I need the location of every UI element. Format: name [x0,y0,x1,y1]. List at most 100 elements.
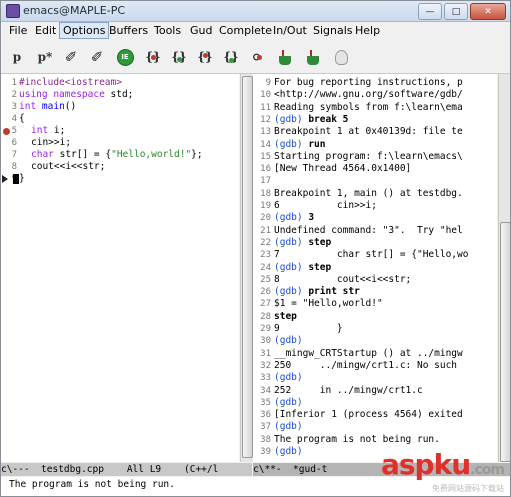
gdb-output-line: Undefined command: "3". Try "hel [274,224,463,236]
menu-help[interactable]: Help [355,24,380,37]
gdb-output-line: Breakpoint 1, main () at testdbg. [274,187,463,199]
line-number: 14 [260,139,271,150]
menu-tools[interactable]: Tools [154,24,181,37]
line-number: 7 [11,150,17,160]
line-number: 30 [260,336,271,347]
gdb-output-line: [New Thread 4564.0x1400] [274,163,412,175]
line-number: 26 [260,287,271,298]
source-pane[interactable]: 1 #include<iostream> 2 using namespace s… [1,74,239,462]
step-over-icon[interactable]: {} [143,47,163,67]
menu-buffers[interactable]: Buffers [109,24,148,37]
gdb-output-line: [Inferior 1 (process 4564) exited [274,409,463,421]
step-into-icon[interactable]: {} [169,47,189,67]
line-number: 25 [260,274,271,285]
code-line: using namespace std; [19,89,134,100]
line-number: 20 [260,213,271,224]
gdb-output-line: __mingw_CRTStartup () at ../mingw [274,347,463,359]
menu-edit[interactable]: Edit [35,24,56,37]
line-number: 11 [260,102,271,113]
gdb-output-line: (gdb) print str [274,286,360,298]
watermark-logo: aspku.com 免费网站源码下载站 [381,448,505,494]
gdb-output-line: $1 = "Hello,world!" [274,298,383,310]
scrollbar-thumb[interactable] [242,76,253,458]
toolbar: p p* ✐ ✐ IE {} {} {} {} ⟳ [1,41,510,74]
line-number: 35 [260,397,271,408]
source-mode-line: c\--- testdbg.cpp All L9 (C++/l [1,463,252,476]
line-number: 37 [260,422,271,433]
gdb-output-line: Reading symbols from f:\learn\ema [274,101,463,113]
line-number: 32 [260,360,271,371]
watch-icon-2[interactable]: ✐ [87,47,107,67]
menu-complete[interactable]: Complete [219,24,272,37]
menu-options[interactable]: Options [59,22,110,39]
line-number: 12 [260,114,271,125]
gdb-output-line: 7 char str[] = {"Hello,wo [274,249,469,261]
line-number: 4 [11,114,17,124]
line-number: 27 [260,299,271,310]
emacs-app-icon [6,4,20,18]
line-number: 33 [260,373,271,384]
go-icon[interactable]: IE [115,47,135,67]
gdb-output-line: (gdb) 3 [274,212,315,224]
minimize-button[interactable]: — [418,3,442,20]
up-stack-icon[interactable] [275,47,295,67]
gdb-scrollbar[interactable] [498,74,510,462]
down-stack-icon[interactable] [303,47,323,67]
gdb-output-line: (gdb) [274,335,303,347]
gdb-output-line: For bug reporting instructions, p [274,77,463,88]
step-icon[interactable]: {} [221,47,241,67]
line-number: 39 [260,447,271,457]
code-line: cin>>i; [31,137,72,148]
line-number: 5 [11,126,17,136]
gdb-output-line: (gdb) [274,372,303,384]
gdb-output-line: 250 ../mingw/crt1.c: No such [274,359,463,371]
maximize-button[interactable]: □ [444,3,468,20]
gdb-output-line: <http://www.gnu.org/software/gdb/ [274,89,463,101]
close-button[interactable]: ✕ [470,3,506,20]
code-line: } [19,173,25,184]
print-star-icon[interactable]: p* [35,47,55,67]
next-icon[interactable]: {} [195,47,215,67]
window-controls: — □ ✕ [418,3,506,20]
help-bulb-icon[interactable] [331,47,351,67]
line-number: 6 [11,138,17,148]
gdb-output-line: Starting program: f:\learn\emacs\ [274,150,463,162]
gdb-output-line: step [274,310,297,322]
line-number: 36 [260,410,271,421]
code-line: { [19,113,25,124]
line-number: 16 [260,164,271,175]
watch-icon[interactable]: ✐ [61,47,81,67]
line-number: 9 [265,78,271,88]
emacs-window: emacs@MAPLE-PC — □ ✕ File Edit Options B… [0,0,511,497]
menu-signals[interactable]: Signals [313,24,353,37]
finish-icon[interactable]: ⟳ [247,47,267,67]
gdb-output-line: 252 in ../mingw/crt1.c [274,384,423,396]
menu-file[interactable]: File [9,24,27,37]
source-scrollbar[interactable] [240,74,253,462]
line-number: 34 [260,385,271,396]
menu-bar: File Edit Options Buffers Tools Gud Comp… [1,22,510,40]
print-icon[interactable]: p [7,47,27,67]
line-number: 15 [260,151,271,162]
gdb-output-line: 8 cout<<i<<str; [274,273,412,285]
gdb-output-line: The program is not being run. [274,433,440,445]
line-number: 10 [260,90,271,101]
line-number: 1 [11,78,17,88]
code-line: cout<<i<<str; [31,161,106,172]
menu-gud[interactable]: Gud [190,24,212,37]
line-number: 29 [260,324,271,334]
line-number: 28 [260,311,271,322]
line-number: 2 [11,90,17,100]
window-title: emacs@MAPLE-PC [23,4,126,17]
gdb-pane[interactable]: 9 For bug reporting instructions, p 10 <htt… [253,74,497,462]
gdb-output-line: (gdb) run [274,138,326,150]
scrollbar-thumb[interactable] [500,222,510,462]
gdb-output-line: (gdb) break 5 [274,113,349,125]
menu-in-out[interactable]: In/Out [273,24,307,37]
code-line: #include<iostream> [19,77,122,88]
code-line: int i; [31,125,66,136]
title-bar: emacs@MAPLE-PC — □ ✕ [1,1,510,22]
gdb-output-line: Breakpoint 1 at 0x40139d: file te [274,126,463,138]
line-number: 24 [260,262,271,273]
line-number: 31 [260,348,271,359]
